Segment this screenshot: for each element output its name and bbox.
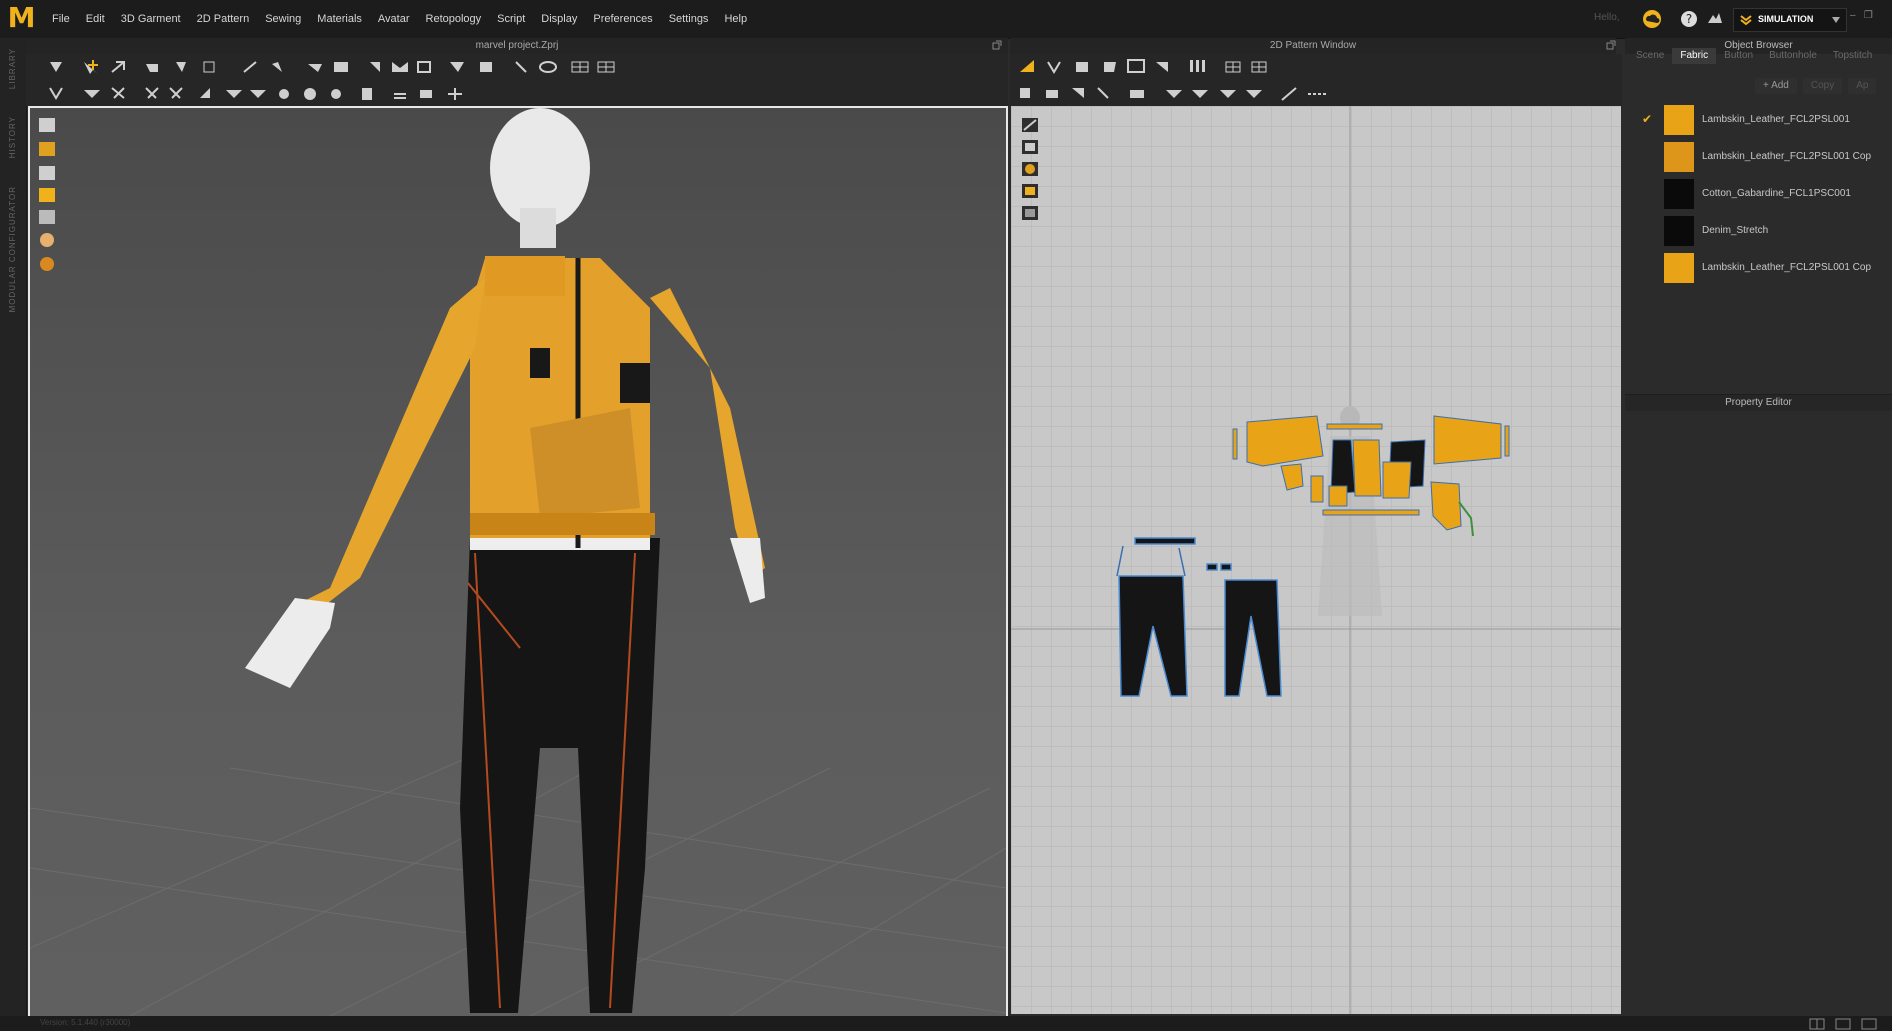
panel2d-title: 2D Pattern Window: [1010, 38, 1616, 54]
apply-fabric-button[interactable]: Ap: [1848, 78, 1877, 94]
history-tab[interactable]: HISTORY: [8, 116, 17, 158]
object-browser-tabs: Scene Fabric Button Buttonhole Topstitch: [1628, 48, 1880, 64]
fabric-list: ✔ Lambskin_Leather_FCL2PSL001 Lambskin_Lea…: [1628, 102, 1892, 287]
menu-2d-pattern[interactable]: 2D Pattern: [189, 13, 258, 25]
tab-topstitch[interactable]: Topstitch: [1825, 48, 1880, 64]
fabric-item[interactable]: Cotton_Gabardine_FCL1PSC001: [1628, 176, 1892, 213]
tab-buttonhole[interactable]: Buttonhole: [1761, 48, 1825, 64]
tool-icons-2d[interactable]: [1016, 54, 1396, 106]
main-menu: File Edit 3D Garment 2D Pattern Sewing Materi…: [44, 0, 755, 38]
menu-preferences[interactable]: Preferences: [585, 13, 660, 25]
toolbar-3d: [26, 54, 1008, 106]
copy-fabric-button[interactable]: Copy: [1802, 78, 1843, 94]
library-tab[interactable]: LIBRARY: [8, 48, 17, 89]
display-toggle-icons[interactable]: [1019, 116, 1041, 226]
fabric-name: Lambskin_Leather_FCL2PSL001 Cop: [1702, 151, 1871, 162]
app-logo[interactable]: M: [4, 3, 36, 33]
fabric-name: Lambskin_Leather_FCL2PSL001: [1702, 114, 1850, 125]
viewport-2d-tools: [1019, 116, 1041, 229]
tab-scene[interactable]: Scene: [1628, 48, 1672, 64]
minimize-icon[interactable]: –: [1850, 10, 1856, 21]
fabric-item[interactable]: Lambskin_Leather_FCL2PSL001 Cop: [1628, 250, 1892, 287]
menu-sewing[interactable]: Sewing: [257, 13, 309, 25]
status-bar: Version: 5.1.440 (r30000): [0, 1016, 1892, 1031]
fabric-swatch[interactable]: [1664, 216, 1694, 246]
detach-icon[interactable]: [992, 40, 1002, 50]
tool-icons-3d[interactable]: [36, 54, 736, 106]
menu-script[interactable]: Script: [489, 13, 533, 25]
fabric-item[interactable]: Denim_Stretch: [1628, 213, 1892, 250]
menu-edit[interactable]: Edit: [78, 13, 113, 25]
restore-icon[interactable]: ❐: [1864, 10, 1873, 21]
pattern-canvas: [1011, 106, 1621, 1014]
community-icon[interactable]: [1705, 9, 1725, 29]
layout-switch-icons[interactable]: [1808, 1018, 1888, 1030]
tab-button[interactable]: Button: [1716, 48, 1761, 64]
panel3d-title: marvel project.Zprj: [26, 38, 1008, 54]
fabric-name: Lambskin_Leather_FCL2PSL001 Cop: [1702, 262, 1871, 273]
left-rail: LIBRARY HISTORY MODULAR CONFIGURATOR: [0, 38, 27, 1023]
display-toggle-icons[interactable]: [36, 116, 60, 276]
menu-3d-garment[interactable]: 3D Garment: [113, 13, 189, 25]
cloud-sync-icon[interactable]: [1642, 9, 1662, 29]
mode-label: SIMULATION: [1758, 14, 1814, 24]
chevron-down-icon: [1832, 17, 1840, 23]
help-icon[interactable]: ?: [1679, 9, 1699, 29]
menu-file[interactable]: File: [44, 13, 78, 25]
fabric-item[interactable]: Lambskin_Leather_FCL2PSL001 Cop: [1628, 139, 1892, 176]
viewport-2d[interactable]: [1011, 106, 1621, 1014]
avatar-3d-render: [30, 108, 1006, 1016]
version-label: Version: 5.1.440 (r30000): [40, 1018, 131, 1027]
simulation-icon: [1740, 15, 1752, 26]
menu-settings[interactable]: Settings: [661, 13, 717, 25]
property-editor-title: Property Editor: [1625, 394, 1892, 411]
user-greeting[interactable]: Hello,: [1594, 12, 1620, 23]
fabric-name: Cotton_Gabardine_FCL1PSC001: [1702, 188, 1851, 199]
detach-icon[interactable]: [1606, 40, 1616, 50]
toolbar-2d: [1010, 54, 1622, 106]
menu-materials[interactable]: Materials: [309, 13, 370, 25]
checkmark-icon: ✔: [1642, 112, 1653, 126]
fabric-name: Denim_Stretch: [1702, 225, 1769, 236]
menu-display[interactable]: Display: [533, 13, 585, 25]
menu-help[interactable]: Help: [716, 13, 755, 25]
mode-selector[interactable]: SIMULATION: [1733, 8, 1847, 32]
fabric-item[interactable]: ✔ Lambskin_Leather_FCL2PSL001: [1628, 102, 1892, 139]
menu-retopology[interactable]: Retopology: [418, 13, 490, 25]
tab-fabric[interactable]: Fabric: [1672, 48, 1717, 64]
window-controls: – ❐: [1850, 10, 1890, 21]
svg-text:?: ?: [1686, 12, 1692, 26]
fabric-swatch[interactable]: [1664, 179, 1694, 209]
fabric-swatch[interactable]: [1664, 142, 1694, 172]
object-browser-actions: + Add Copy Ap: [1755, 78, 1877, 94]
viewport-3d-tools: [36, 116, 60, 279]
add-fabric-button[interactable]: + Add: [1755, 78, 1797, 94]
modular-configurator-tab[interactable]: MODULAR CONFIGURATOR: [8, 186, 17, 312]
fabric-swatch[interactable]: [1664, 105, 1694, 135]
viewport-3d[interactable]: [28, 106, 1008, 1018]
fabric-swatch[interactable]: [1664, 253, 1694, 283]
menu-avatar[interactable]: Avatar: [370, 13, 418, 25]
